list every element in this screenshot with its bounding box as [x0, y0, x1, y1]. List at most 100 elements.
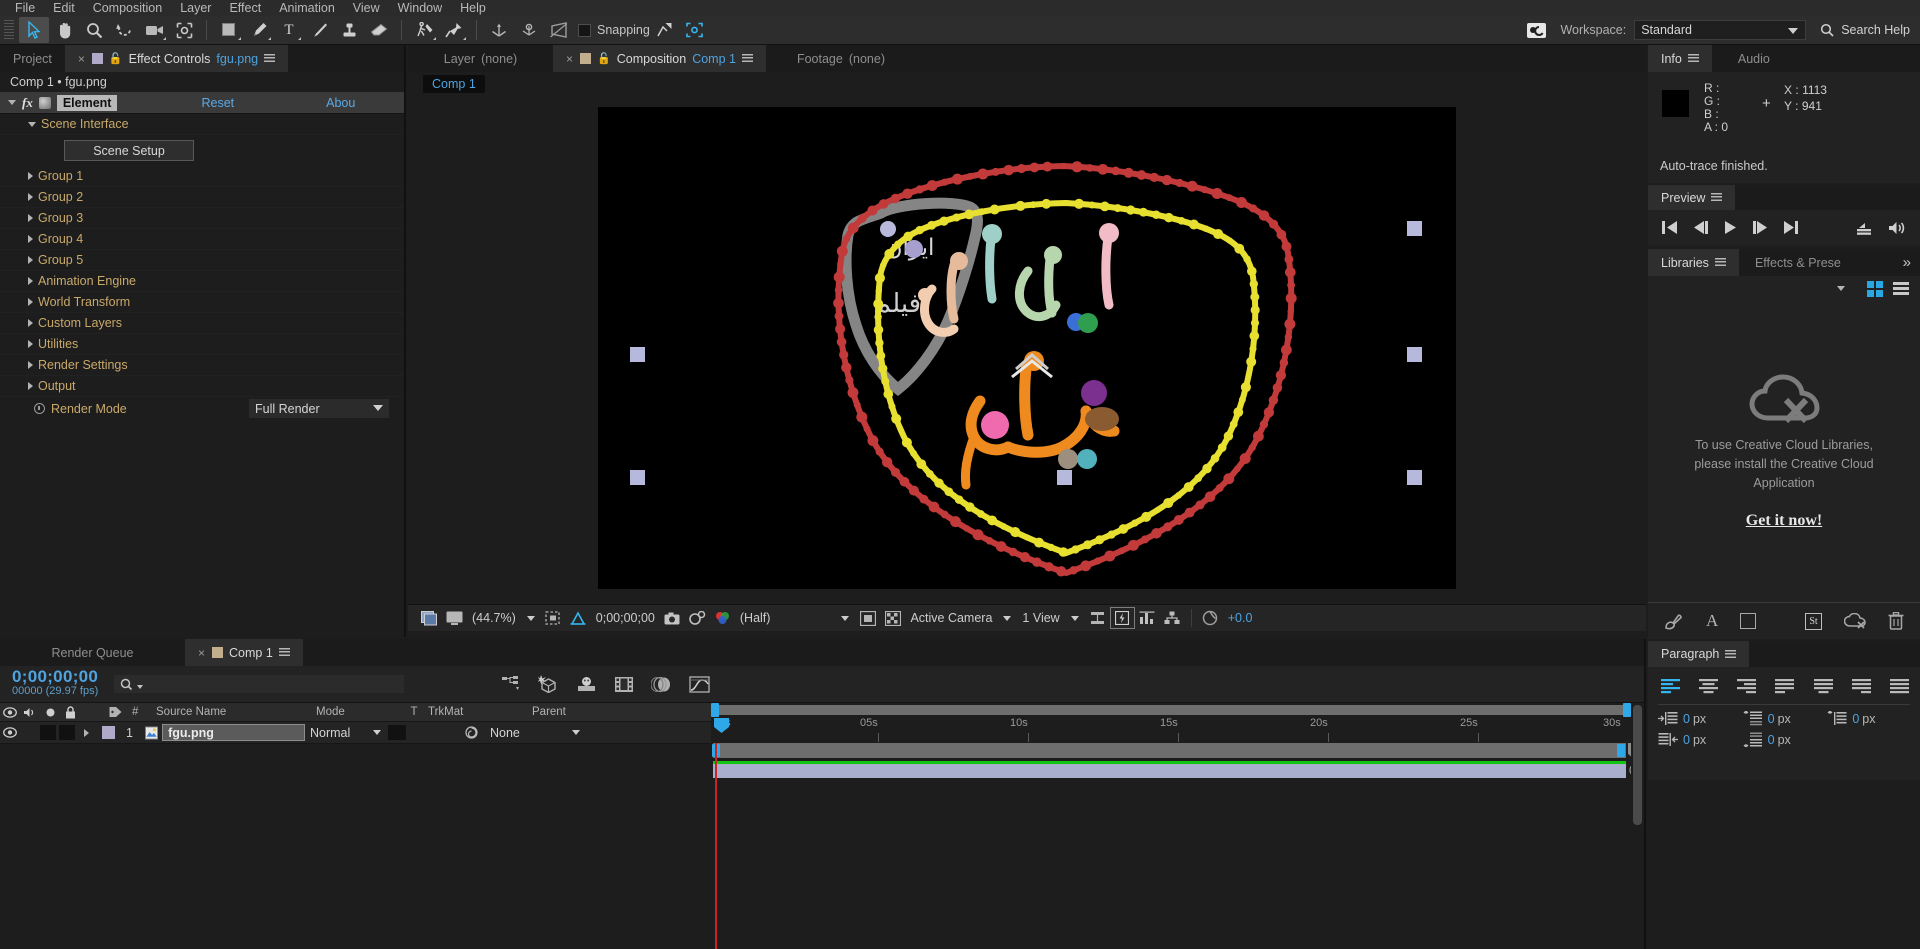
- indent-first-line-field[interactable]: 0 px: [1827, 711, 1912, 726]
- tab-effects-presets[interactable]: Effects & Prese: [1738, 249, 1857, 276]
- align-right-button[interactable]: [1736, 678, 1757, 695]
- justify-last-left-button[interactable]: [1774, 678, 1795, 695]
- layer-trkmat-cell[interactable]: [406, 726, 484, 739]
- disclosure-triangle-icon[interactable]: [28, 214, 33, 222]
- views-value[interactable]: 1 View: [1017, 611, 1064, 625]
- layer-source-cell[interactable]: fgu.png: [145, 724, 305, 741]
- eraser-tool[interactable]: [364, 17, 394, 43]
- menu-item-help[interactable]: Help: [451, 0, 495, 16]
- graph-editor-icon[interactable]: [689, 675, 710, 693]
- camera-value[interactable]: Active Camera: [905, 611, 997, 625]
- layer-lock-cell[interactable]: [59, 725, 75, 740]
- text-icon[interactable]: A: [1706, 611, 1718, 631]
- panel-menu-icon[interactable]: [1687, 54, 1699, 63]
- comp-flowchart-icon[interactable]: [1160, 607, 1185, 629]
- layer-preserve-transparency[interactable]: [388, 725, 406, 740]
- render-queue-icon[interactable]: [576, 676, 597, 693]
- layer-mode-select[interactable]: Normal: [305, 724, 385, 741]
- indent-left-field[interactable]: 0 px: [1658, 711, 1743, 726]
- motion-blur-icon[interactable]: [651, 676, 672, 693]
- disclosure-triangle-icon[interactable]: [28, 235, 33, 243]
- play-button[interactable]: [1724, 221, 1737, 234]
- type-tool[interactable]: T: [274, 17, 304, 43]
- pan-behind-tool[interactable]: [169, 17, 199, 43]
- space-before-field[interactable]: 0 px: [1743, 711, 1828, 726]
- toolbar-grip[interactable]: [4, 20, 14, 40]
- snapshot-icon[interactable]: [660, 607, 685, 629]
- trash-icon[interactable]: [1888, 612, 1904, 630]
- show-snapshot-icon[interactable]: [685, 607, 710, 629]
- roto-brush-tool[interactable]: [409, 17, 439, 43]
- tab-project[interactable]: Project: [0, 45, 65, 72]
- justify-last-right-button[interactable]: [1851, 678, 1872, 695]
- menu-item-effect[interactable]: Effect: [220, 0, 270, 16]
- timecode-value[interactable]: 0;00;00;00: [591, 611, 660, 625]
- tab-composition[interactable]: × 🔓 Composition Comp 1: [553, 45, 766, 72]
- justify-last-center-button[interactable]: [1813, 678, 1834, 695]
- chevron-down-icon[interactable]: [1070, 615, 1079, 621]
- menu-item-window[interactable]: Window: [389, 0, 451, 16]
- puppet-pin-tool[interactable]: [439, 17, 469, 43]
- clone-stamp-tool[interactable]: [334, 17, 364, 43]
- reset-link[interactable]: Reset: [201, 96, 234, 110]
- disclosure-triangle-icon[interactable]: [28, 256, 33, 264]
- group-custom-layers[interactable]: Custom Layers: [0, 313, 404, 334]
- layer-solo-cell[interactable]: [40, 725, 56, 740]
- rotation-tool[interactable]: [109, 17, 139, 43]
- film-strip-icon[interactable]: [614, 676, 634, 693]
- lock-icon[interactable]: 🔓: [109, 52, 123, 65]
- tab-footage[interactable]: Footage (none): [765, 45, 916, 72]
- panel-menu-icon[interactable]: [1714, 258, 1726, 267]
- composition-mini-flowchart-icon[interactable]: [502, 675, 521, 693]
- column-header-source-name[interactable]: Source Name: [152, 703, 312, 722]
- chevron-down-icon[interactable]: [526, 615, 535, 621]
- disclosure-triangle-icon[interactable]: [28, 277, 33, 285]
- last-frame-button[interactable]: [1783, 221, 1799, 234]
- menu-item-edit[interactable]: Edit: [44, 0, 84, 16]
- region-of-interest-icon[interactable]: [541, 607, 566, 629]
- tab-paragraph[interactable]: Paragraph: [1648, 641, 1750, 667]
- orbit-camera-icon[interactable]: [514, 17, 544, 43]
- space-after-field[interactable]: 0 px: [1743, 732, 1828, 747]
- disclosure-triangle-icon[interactable]: [28, 340, 33, 348]
- close-icon[interactable]: ×: [566, 52, 573, 66]
- tab-info[interactable]: Info: [1648, 45, 1712, 72]
- zoom-start-handle[interactable]: [711, 703, 719, 717]
- workspace-config-icon[interactable]: [1521, 17, 1551, 43]
- timeline-zoom-bar[interactable]: [711, 703, 1644, 717]
- create-3d-layer-icon[interactable]: [538, 675, 559, 693]
- zoom-tool[interactable]: [79, 17, 109, 43]
- always-preview-icon[interactable]: [417, 607, 442, 629]
- pen-tool[interactable]: [244, 17, 274, 43]
- justify-all-button[interactable]: [1889, 678, 1910, 695]
- panel-menu-icon[interactable]: [741, 54, 753, 63]
- workspace-select[interactable]: Standard: [1634, 20, 1807, 40]
- previous-frame-button[interactable]: [1693, 221, 1709, 234]
- column-header-parent[interactable]: Parent: [526, 703, 566, 722]
- tab-comp1[interactable]: × Comp 1: [185, 639, 303, 666]
- render-mode-row[interactable]: Render Mode Full Render: [0, 397, 404, 420]
- next-frame-button[interactable]: [1752, 221, 1768, 234]
- group-animation-engine[interactable]: Animation Engine: [0, 271, 404, 292]
- scene-setup-button[interactable]: Scene Setup: [64, 140, 194, 161]
- tab-preview[interactable]: Preview: [1648, 185, 1736, 210]
- layer-duration-bar[interactable]: [713, 761, 1626, 778]
- search-help-group[interactable]: Search Help: [1820, 23, 1910, 37]
- timeline-ruler[interactable]: 0s 05s 10s 15s 20s 25s 30s: [711, 717, 1644, 743]
- tab-effect-controls[interactable]: × 🔓 Effect Controls fgu.png: [64, 45, 289, 72]
- list-view-icon[interactable]: [1893, 282, 1909, 296]
- timeline-work-area-bar[interactable]: [713, 743, 1626, 758]
- stock-icon[interactable]: St: [1805, 612, 1822, 630]
- snapping-group[interactable]: Snapping: [578, 23, 650, 37]
- camera-frustum-icon[interactable]: [544, 17, 574, 43]
- layer-parent-select[interactable]: None: [484, 724, 584, 741]
- current-time-display[interactable]: 0;00;00;00 00000 (29.97 fps): [12, 668, 98, 698]
- menu-item-layer[interactable]: Layer: [171, 0, 220, 16]
- disclosure-triangle-icon[interactable]: [28, 121, 36, 127]
- camera-tool[interactable]: [139, 17, 169, 43]
- group-render-settings[interactable]: Render Settings: [0, 355, 404, 376]
- timeline-graph-area[interactable]: 0s 05s 10s 15s 20s 25s 30s: [711, 703, 1644, 949]
- menu-item-view[interactable]: View: [344, 0, 389, 16]
- timeline-rows-area[interactable]: [711, 743, 1644, 949]
- timeline-vertical-scrollbar[interactable]: [1631, 703, 1644, 949]
